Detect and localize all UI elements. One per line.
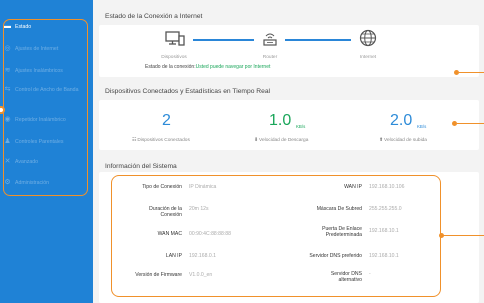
upload-icon: ⬆ — [379, 138, 384, 143]
download-speed-text: Velocidad de Descarga — [259, 138, 309, 143]
users-icon: ☷ — [132, 138, 137, 143]
info-label-wan-ip: WAN IP — [344, 184, 362, 190]
stats-card: 2 ☷Dispositivos Conectados 1.0 KB/s ⬇Vel… — [99, 100, 479, 150]
stats-callout-line — [457, 123, 484, 124]
router-icon — [263, 33, 277, 46]
info-value-default-gateway: 192.168.10.1 — [369, 228, 399, 234]
info-label-preferred-dns: Servidor DNS preferido — [309, 253, 362, 259]
internet-globe-icon — [359, 29, 377, 47]
devices-icon — [165, 31, 185, 46]
info-label-connection-type: Tipo de Conexión — [142, 184, 182, 190]
info-value-wan-mac: 00:90:4C:88:88:88 — [189, 231, 231, 237]
devices-connected-label: ☷Dispositivos Conectados — [132, 138, 190, 143]
info-label-lan-ip: LAN IP — [165, 253, 182, 259]
system-callout-line — [441, 235, 484, 236]
info-value-lan-ip: 192.168.0.1 — [189, 253, 216, 259]
upload-speed-text: Velocidad de subida — [384, 138, 427, 143]
connection-status-prefix: Estado de la conexión: — [145, 64, 196, 70]
connection-status: Estado de la conexión:Usted puede navega… — [145, 64, 270, 70]
connection-callout-line — [459, 72, 484, 73]
stats-section-title: Dispositivos Conectados y Estadísticas e… — [105, 88, 271, 95]
system-section-title: Información del Sistema — [105, 163, 177, 170]
router-label: Router — [262, 55, 278, 60]
connection-status-text: Usted puede navegar por Internet — [195, 64, 271, 70]
info-label-firmware: Versión de Firmware — [135, 272, 182, 278]
sidebar-highlight-outline — [3, 19, 88, 196]
devices-router-link — [193, 39, 254, 41]
info-value-connection-type: IP Dinámica — [189, 184, 217, 190]
info-value-preferred-dns: 192.168.10.1 — [369, 253, 399, 259]
info-value-subnet-mask: 255.255.255.0 — [369, 206, 402, 212]
connection-callout-dot — [454, 70, 459, 75]
upload-speed-unit: KB/s — [417, 124, 427, 129]
connection-section-title: Estado de la Conexión a Internet — [105, 13, 203, 20]
connection-card: Dispositivos Router Internet Estado de l… — [99, 25, 479, 77]
download-speed-label: ⬇Velocidad de Descarga — [254, 138, 308, 143]
devices-label: Dispositivos — [161, 55, 187, 60]
info-value-wan-ip: 192.168.10.106 — [369, 184, 405, 190]
download-speed-unit: KB/s — [296, 124, 306, 129]
info-value-firmware: V1.0.0_en — [189, 272, 213, 278]
devices-count: 2 — [162, 112, 171, 129]
info-label-alternate-dns: Servidor DNS alternativo — [330, 271, 362, 283]
info-label-default-gateway: Puerta De Enlace Predeterminada — [322, 226, 362, 238]
download-speed-value: 1.0 — [269, 112, 292, 129]
upload-speed-value: 2.0 — [390, 112, 413, 129]
system-callout-dot — [439, 233, 444, 238]
info-label-subnet-mask: Máscara De Subred — [316, 206, 362, 212]
upload-speed-label: ⬆Velocidad de subida — [379, 138, 427, 143]
download-icon: ⬇ — [254, 138, 259, 143]
info-value-connection-duration: 20m 12s — [189, 206, 209, 212]
info-label-connection-duration: Duración de la Conexión — [149, 206, 182, 218]
internet-label: Internet — [359, 55, 377, 60]
info-label-wan-mac: WAN MAC — [157, 231, 182, 237]
router-internet-link — [285, 39, 351, 41]
stats-callout-dot — [452, 121, 457, 126]
info-value-alternate-dns: - — [369, 271, 371, 277]
devices-connected-text: Dispositivos Conectados — [137, 138, 190, 143]
